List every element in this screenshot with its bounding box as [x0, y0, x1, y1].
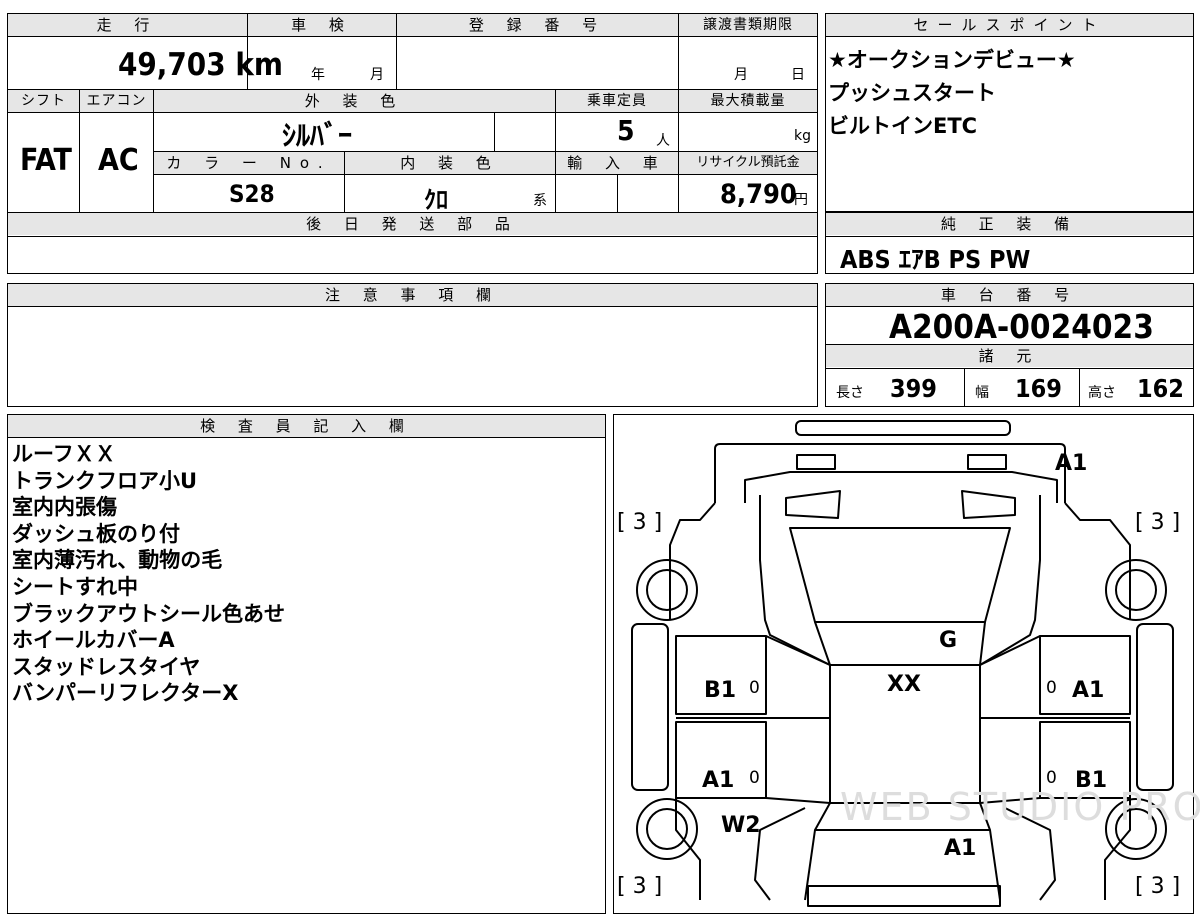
watermark: WEB STUDIO PRO	[840, 785, 1200, 829]
transfer-day-unit: 日	[791, 67, 805, 83]
chassis-header: 車 台 番 号	[826, 284, 1193, 306]
sales-point-line: ビルトインETC	[828, 114, 978, 138]
transfer-deadline-header: 譲渡書類期限	[679, 14, 817, 36]
inspector-note: スタッドレスタイヤ	[12, 654, 201, 679]
height-value: 162	[1137, 374, 1184, 403]
recycle-value: 8,790	[720, 179, 797, 210]
car-damage-diagram	[613, 414, 1194, 914]
recycle-header: リサイクル預託金	[679, 152, 817, 174]
damage-rear-glass: G	[939, 628, 958, 653]
width-label: 幅	[975, 385, 989, 401]
shift-value: FAT	[20, 143, 72, 178]
inspection-month-unit: 月	[370, 67, 384, 83]
max-load-header: 最大積載量	[679, 90, 817, 112]
registration-header: 登 録 番 号	[397, 14, 678, 36]
load-unit: kg	[794, 128, 811, 144]
inspector-note: ブラックアウトシール色あせ	[12, 601, 285, 626]
later-parts-header: 後 日 発 送 部 品	[8, 213, 817, 235]
tire-rear-right-tread: [ 3 ]	[1135, 510, 1181, 535]
length-value: 399	[890, 374, 937, 403]
inspector-note: 室内薄汚れ、動物の毛	[12, 548, 223, 573]
damage-left-front-door: A1	[702, 768, 735, 793]
damage-left-front-fender: W2	[721, 813, 761, 838]
inspector-note: ルーフＸＸ	[12, 442, 116, 466]
left-front-door-mark: 0	[749, 768, 760, 788]
damage-right-rear-door: A1	[1072, 678, 1105, 703]
damage-left-rear-door: B1	[704, 678, 737, 703]
capacity-value: 5	[617, 114, 635, 147]
inspector-note: ホイールカバーA	[12, 628, 175, 653]
transfer-month-unit: 月	[734, 67, 748, 83]
inspection-header: 車 検	[248, 14, 396, 36]
chassis-number: A200A-0024023	[889, 307, 1154, 346]
right-rear-door-mark: 0	[1046, 678, 1057, 698]
inspector-header: 検 査 員 記 入 欄	[8, 415, 605, 437]
notes-header: 注 意 事 項 欄	[8, 284, 817, 306]
damage-hood: A1	[944, 836, 977, 861]
tire-rear-left-tread: [ 3 ]	[617, 510, 663, 535]
aircon-value: AC	[98, 143, 139, 178]
inspector-note: 室内内張傷	[12, 495, 117, 520]
equipment-header: 純 正 装 備	[826, 213, 1193, 235]
inspector-note: シートすれ中	[12, 575, 138, 599]
import-header: 輸 入 車	[556, 152, 678, 174]
shift-header: シフト	[8, 90, 79, 112]
inspection-year-unit: 年	[311, 67, 325, 83]
specs-header: 諸 元	[826, 345, 1193, 367]
color-no-header: カ ラ ー No.	[154, 152, 344, 174]
inspector-note: ダッシュ板のり付	[12, 521, 180, 546]
width-value: 169	[1015, 374, 1062, 403]
tire-front-left-tread: [ 3 ]	[617, 874, 663, 899]
height-label: 高さ	[1088, 385, 1116, 401]
exterior-color-value: ｼﾙﾊﾞｰ	[282, 119, 353, 152]
recycle-unit: 円	[794, 192, 808, 208]
left-rear-door-mark: 0	[749, 678, 760, 698]
capacity-unit: 人	[656, 133, 670, 149]
damage-roof: XX	[887, 672, 921, 697]
sales-point-line: ★オークションデビュー★	[828, 48, 1076, 72]
aircon-header: エアコン	[80, 90, 153, 112]
interior-color-value: ｸﾛ	[424, 186, 448, 214]
sales-point-line: プッシュスタート	[828, 81, 996, 105]
car-outline-drawing	[631, 420, 1174, 907]
equipment-value: ABS ｴｱB PS PW	[840, 245, 1031, 274]
inspector-note: トランクフロア小U	[12, 468, 198, 493]
damage-rear-bumper: A1	[1055, 451, 1088, 476]
exterior-color-header: 外 装 色	[154, 90, 555, 112]
mileage-header: 走 行	[8, 14, 247, 36]
interior-color-suffix: 系	[533, 193, 547, 209]
color-no-value: S28	[229, 180, 275, 208]
mileage-value: 49,703 km	[118, 47, 283, 83]
length-label: 長さ	[836, 385, 864, 401]
interior-color-header: 内 装 色	[345, 152, 555, 174]
tire-front-right-tread: [ 3 ]	[1135, 874, 1181, 899]
inspector-note: バンパーリフレクターX	[12, 681, 239, 706]
sales-point-header: セールスポイント	[826, 14, 1193, 36]
capacity-header: 乗車定員	[556, 90, 678, 112]
